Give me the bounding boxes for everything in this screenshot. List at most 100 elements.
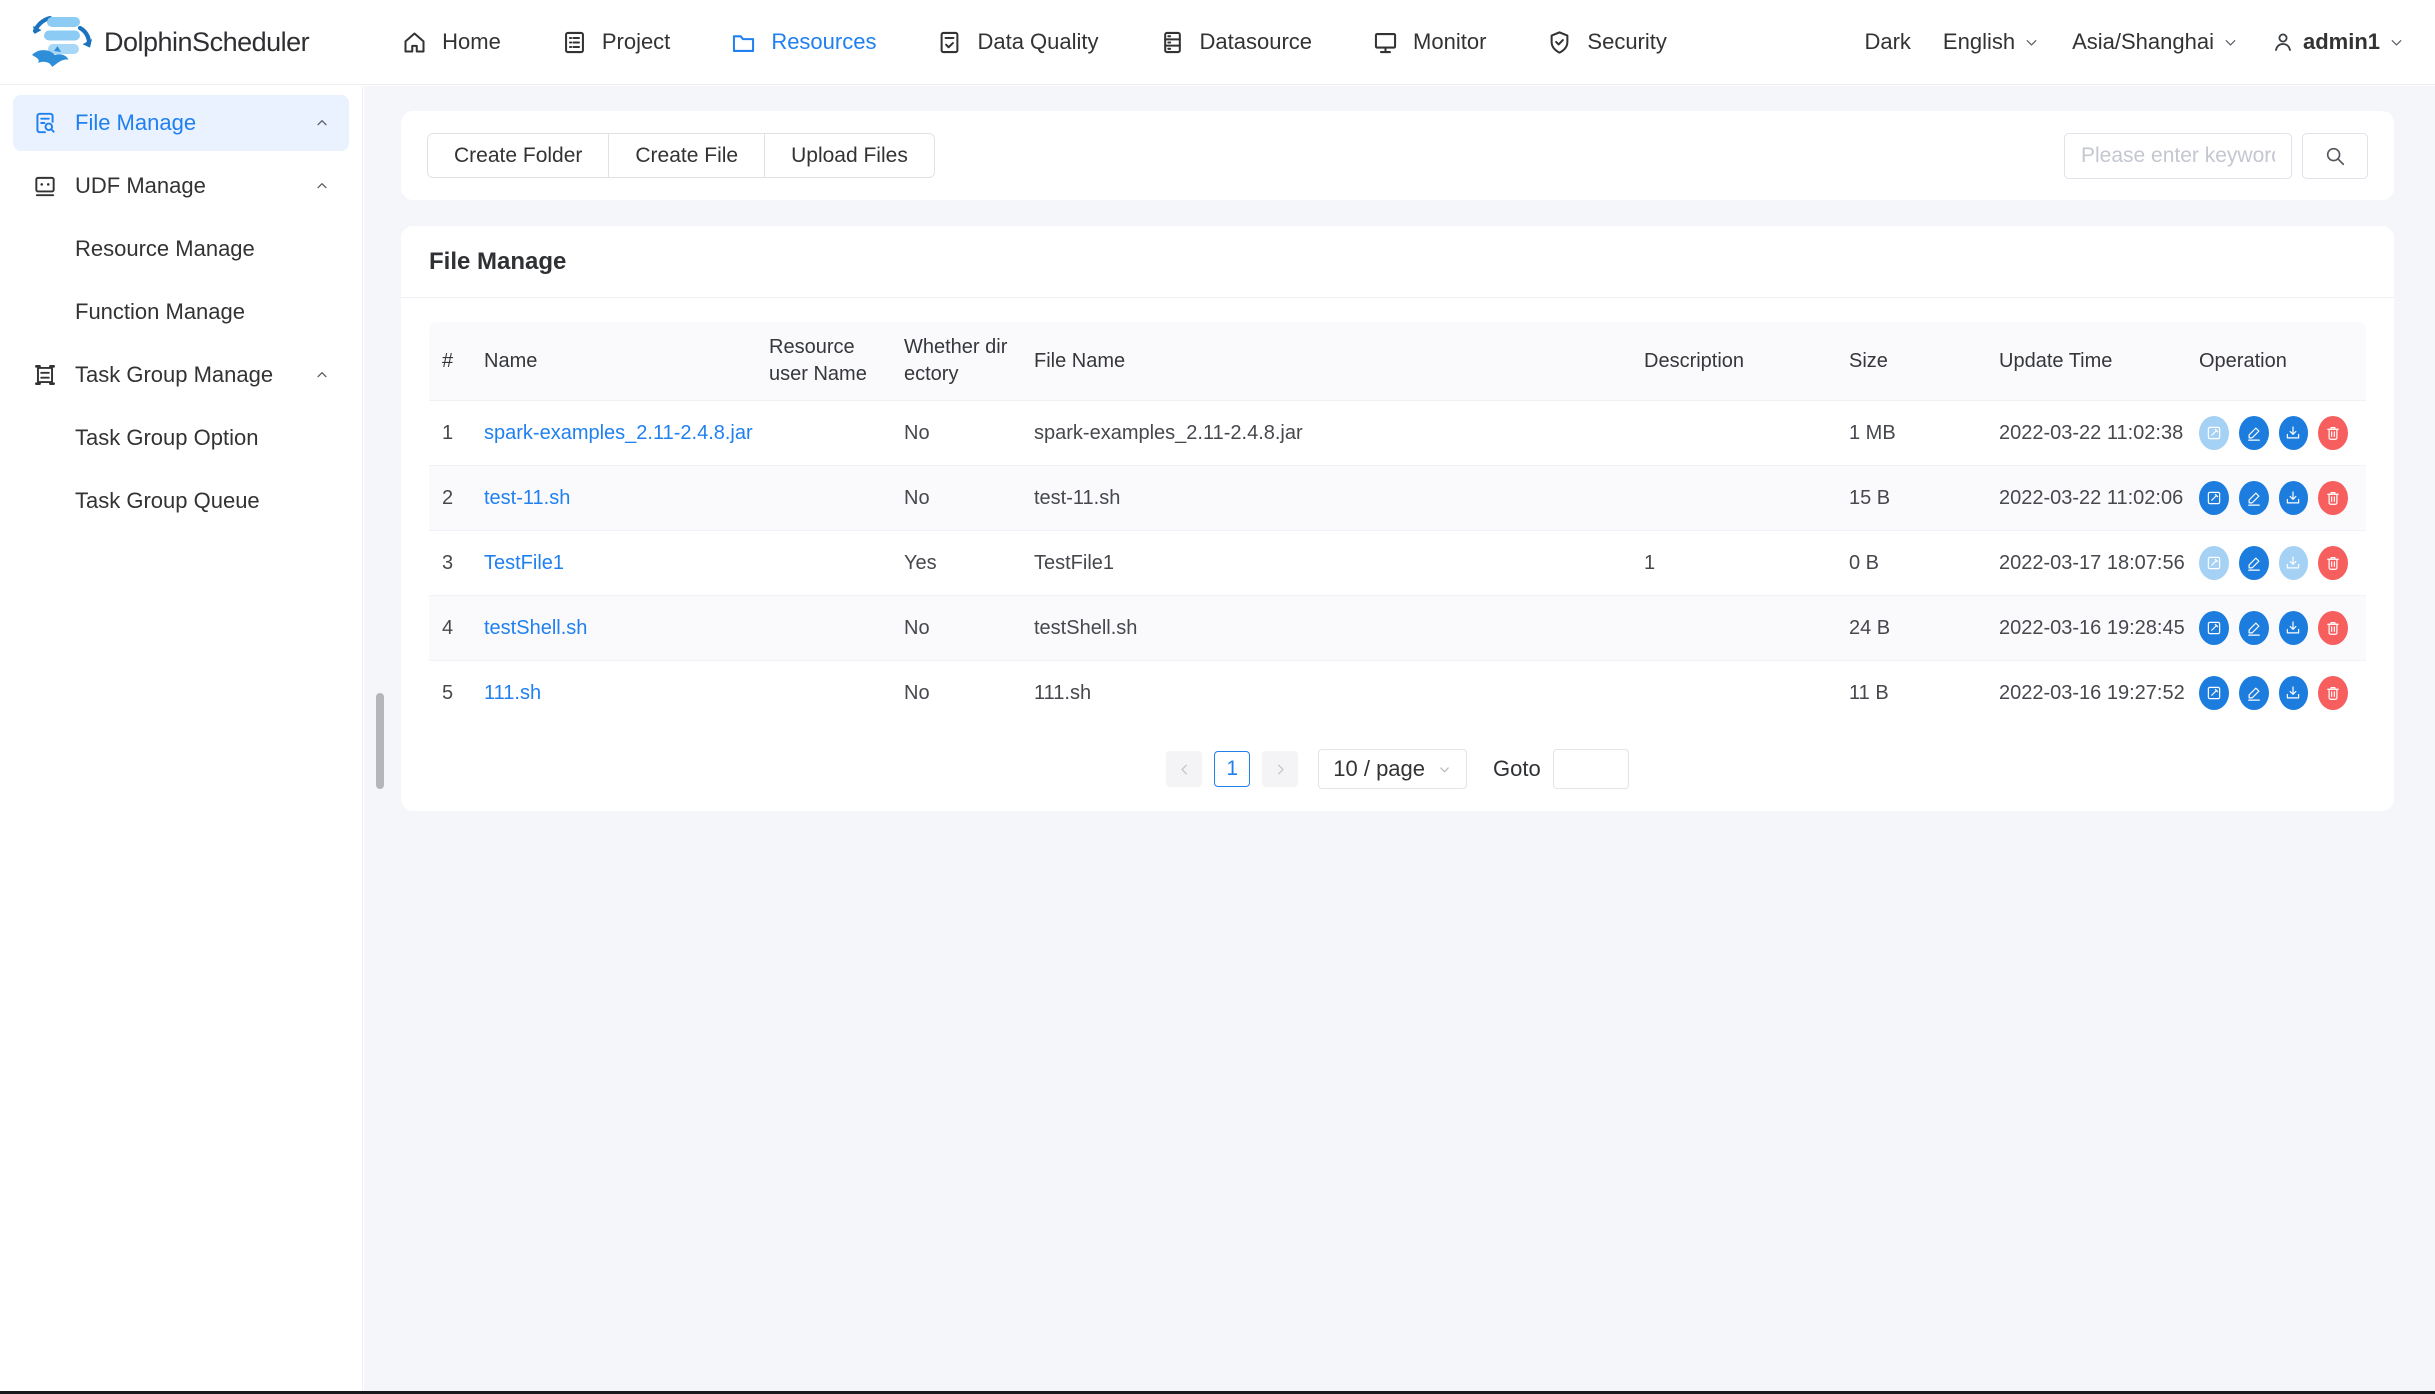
- delete-button[interactable]: [2318, 611, 2348, 645]
- delete-button[interactable]: [2318, 676, 2348, 710]
- cell-size: 11 B: [1849, 682, 1999, 705]
- sidebar-subitem-task-group-option[interactable]: Task Group Option: [13, 410, 349, 466]
- file-name-link[interactable]: testShell.sh: [484, 617, 587, 639]
- rename-button[interactable]: [2239, 611, 2269, 645]
- create-file-button[interactable]: Create File: [608, 133, 765, 178]
- rename-button[interactable]: [2239, 481, 2269, 515]
- download-button[interactable]: [2279, 611, 2309, 645]
- chevron-down-icon: [2222, 34, 2239, 51]
- edit-file-button[interactable]: [2199, 676, 2229, 710]
- datasource-icon: [1159, 29, 1186, 56]
- rename-button[interactable]: [2239, 546, 2269, 580]
- user-icon: [2271, 30, 2295, 54]
- nav-item-datasource[interactable]: Datasource: [1159, 29, 1313, 56]
- cell-size: 0 B: [1849, 552, 1999, 575]
- nav-item-data-quality[interactable]: Data Quality: [936, 29, 1098, 56]
- upload-files-button[interactable]: Upload Files: [764, 133, 935, 178]
- project-icon: [561, 29, 588, 56]
- file-name-link[interactable]: TestFile1: [484, 552, 564, 574]
- download-button[interactable]: [2279, 676, 2309, 710]
- cell-operation: [2199, 481, 2366, 515]
- nav-item-resources[interactable]: Resources: [730, 29, 876, 56]
- chevron-down-icon: [2023, 34, 2040, 51]
- nav-item-home[interactable]: Home: [401, 29, 501, 56]
- sidebar-subitem-resource-manage[interactable]: Resource Manage: [13, 221, 349, 277]
- rename-button[interactable]: [2239, 416, 2269, 450]
- cell-whether-directory: Yes: [904, 552, 1034, 575]
- trash-icon: [2324, 554, 2342, 572]
- pencil-icon: [2245, 489, 2263, 507]
- file-name-link[interactable]: 111.sh: [484, 682, 541, 704]
- goto-page-input[interactable]: [1553, 749, 1629, 789]
- brand-logo[interactable]: DolphinScheduler: [30, 14, 309, 70]
- timezone-select[interactable]: Asia/Shanghai: [2072, 29, 2239, 55]
- search-area: [2064, 133, 2368, 179]
- goto-label: Goto: [1493, 756, 1541, 782]
- page-1-button[interactable]: 1: [1214, 751, 1250, 787]
- column-header-index: #: [429, 348, 484, 375]
- download-icon: [2284, 489, 2302, 507]
- trash-icon: [2324, 424, 2342, 442]
- nav-item-monitor[interactable]: Monitor: [1372, 29, 1486, 56]
- cell-operation: [2199, 416, 2366, 450]
- navbar-right: Dark English Asia/Shanghai admin1: [1864, 29, 2405, 55]
- edit-square-icon: [2205, 684, 2223, 702]
- table-body: 1 spark-examples_2.11-2.4.8.jar No spark…: [429, 400, 2366, 725]
- download-button[interactable]: [2279, 481, 2309, 515]
- cell-update-time: 2022-03-16 19:28:45: [1999, 617, 2199, 640]
- cell-index: 1: [429, 422, 484, 445]
- pencil-icon: [2245, 424, 2263, 442]
- table-header: #NameResource user NameWhether directory…: [429, 322, 2366, 400]
- download-icon: [2284, 684, 2302, 702]
- cell-operation: [2199, 546, 2366, 580]
- cell-file-name: testShell.sh: [1034, 617, 1644, 640]
- sidebar-item-udf-manage[interactable]: UDF Manage: [13, 158, 349, 214]
- edit-file-button[interactable]: [2199, 481, 2229, 515]
- cell-file-name: 111.sh: [1034, 682, 1644, 705]
- nav-item-security[interactable]: Security: [1546, 29, 1666, 56]
- search-button[interactable]: [2302, 133, 2368, 179]
- prev-page-button[interactable]: [1166, 751, 1202, 787]
- download-button[interactable]: [2279, 416, 2309, 450]
- sidebar-subitem-task-group-queue[interactable]: Task Group Queue: [13, 473, 349, 529]
- delete-button[interactable]: [2318, 416, 2348, 450]
- sidebar-item-file-manage[interactable]: File Manage: [13, 95, 349, 151]
- file-name-link[interactable]: test-11.sh: [484, 487, 570, 509]
- cell-operation: [2199, 676, 2366, 710]
- create-folder-button[interactable]: Create Folder: [427, 133, 609, 178]
- theme-toggle[interactable]: Dark: [1864, 29, 1910, 55]
- search-input[interactable]: [2064, 133, 2292, 179]
- toolbar-card: Create Folder Create File Upload Files: [401, 111, 2394, 200]
- file-name-link[interactable]: spark-examples_2.11-2.4.8.jar: [484, 422, 753, 444]
- user-menu[interactable]: admin1: [2271, 29, 2405, 55]
- page-title: File Manage: [429, 248, 566, 276]
- cell-update-time: 2022-03-22 11:02:06: [1999, 487, 2199, 510]
- column-header-description: Description: [1644, 348, 1849, 375]
- cell-whether-directory: No: [904, 487, 1034, 510]
- table-zone: #NameResource user NameWhether directory…: [401, 298, 2394, 789]
- cell-index: 2: [429, 487, 484, 510]
- language-select[interactable]: English: [1943, 29, 2040, 55]
- page-size-select[interactable]: 10 / page: [1318, 749, 1467, 789]
- language-label: English: [1943, 29, 2015, 55]
- rename-button[interactable]: [2239, 676, 2269, 710]
- data-quality-icon: [936, 29, 963, 56]
- nav-item-project[interactable]: Project: [561, 29, 670, 56]
- cell-file-name: spark-examples_2.11-2.4.8.jar: [1034, 422, 1644, 445]
- table-row: 4 testShell.sh No testShell.sh 24 B 2022…: [429, 595, 2366, 660]
- cell-size: 24 B: [1849, 617, 1999, 640]
- pencil-icon: [2245, 619, 2263, 637]
- column-header-name: Name: [484, 348, 769, 375]
- cell-whether-directory: No: [904, 682, 1034, 705]
- delete-button[interactable]: [2318, 481, 2348, 515]
- column-header-resource-user-name: Resource user Name: [769, 334, 904, 388]
- sidebar-subitem-function-manage[interactable]: Function Manage: [13, 284, 349, 340]
- pencil-icon: [2245, 554, 2263, 572]
- delete-button[interactable]: [2318, 546, 2348, 580]
- scrollbar-thumb[interactable]: [376, 693, 384, 789]
- cell-file-name: TestFile1: [1034, 552, 1644, 575]
- download-icon: [2284, 619, 2302, 637]
- edit-file-button[interactable]: [2199, 611, 2229, 645]
- sidebar-item-task-group-manage[interactable]: Task Group Manage: [13, 347, 349, 403]
- next-page-button[interactable]: [1262, 751, 1298, 787]
